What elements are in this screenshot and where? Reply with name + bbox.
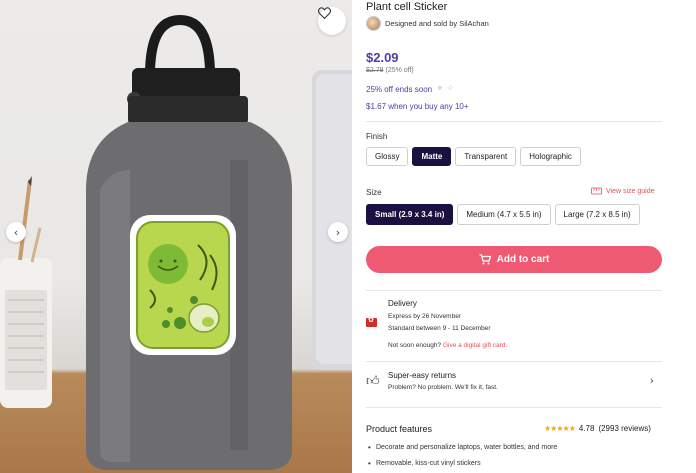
add-to-cart-button[interactable]: Add to cart xyxy=(366,246,662,273)
divider xyxy=(366,290,662,291)
star-rating-icon: ★★★★★ xyxy=(544,424,576,433)
gift-card-link[interactable]: Give a digital gift card. xyxy=(443,342,507,349)
hong-kong-flag-icon xyxy=(366,316,377,327)
chevron-right-icon: › xyxy=(335,225,341,239)
product-image-gallery: ‹ › xyxy=(0,0,352,473)
size-option-medium[interactable]: Medium (4.7 x 5.5 in) xyxy=(457,204,551,225)
product-title: Plant cell Sticker xyxy=(366,1,448,13)
current-price: $2.09 xyxy=(366,50,399,65)
next-image-button[interactable]: › xyxy=(328,222,348,242)
add-to-cart-label[interactable]: Add to cart xyxy=(497,254,550,265)
features-list: Decorate and personalize laptops, water … xyxy=(366,443,557,473)
divider xyxy=(366,361,662,362)
previous-image-button[interactable]: ‹ xyxy=(6,222,26,242)
returns-row[interactable]: 👍︎ Super-easy returns Problem? No proble… xyxy=(366,368,662,398)
list-item: Decorate and personalize laptops, water … xyxy=(366,443,557,452)
rating-summary[interactable]: ★★★★★ 4.78 (2993 reviews) xyxy=(544,424,651,433)
delivery-gift-line: Not soon enough? Give a digital gift car… xyxy=(388,342,507,349)
heart-icon xyxy=(318,7,331,19)
finish-options: Glossy Matte Transparent Holographic xyxy=(366,147,581,166)
returns-title[interactable]: Super-easy returns xyxy=(388,371,456,380)
features-title: Product features xyxy=(366,424,433,434)
finish-option-glossy[interactable]: Glossy xyxy=(366,147,409,166)
finish-option-holographic[interactable]: Holographic xyxy=(520,147,581,166)
size-option-large[interactable]: Large (7.2 x 8.5 in) xyxy=(554,204,640,225)
delivery-express: Express by 26 November xyxy=(388,313,461,320)
old-price: $2.78 xyxy=(366,67,384,74)
returns-subtitle: Problem? No problem. We'll fix it, fast. xyxy=(388,384,498,391)
chevron-left-icon: ‹ xyxy=(13,225,19,239)
designer-text[interactable]: Designed and sold by SilAchan xyxy=(385,19,489,28)
sparkle-icon: ✦ ✧ xyxy=(436,84,455,94)
designer-avatar[interactable] xyxy=(366,16,381,31)
sale-banner: 25% off ends soon ✦ ✧ xyxy=(366,84,454,94)
size-option-small[interactable]: Small (2.9 x 3.4 in) xyxy=(366,204,454,225)
delivery-title: Delivery xyxy=(388,299,417,308)
size-guide-label[interactable]: View size guide xyxy=(606,188,655,195)
old-price-line: $2.78 (25% off) xyxy=(366,67,414,74)
not-soon-text: Not soon enough? xyxy=(388,342,442,349)
chevron-right-icon[interactable]: › xyxy=(650,374,654,387)
finish-option-transparent[interactable]: Transparent xyxy=(455,147,517,166)
favorite-button[interactable] xyxy=(318,7,346,35)
thumbs-up-icon: 👍︎ xyxy=(366,374,380,389)
designer-line[interactable]: Designed and sold by SilAchan xyxy=(366,16,489,31)
sale-text: 25% off ends soon xyxy=(366,84,433,94)
cart-icon xyxy=(479,254,491,265)
ruler-icon xyxy=(591,187,602,195)
finish-option-matte[interactable]: Matte xyxy=(412,147,452,166)
finish-label: Finish xyxy=(366,132,388,141)
divider xyxy=(366,121,662,122)
discount-percent: (25% off) xyxy=(385,67,414,74)
divider xyxy=(366,407,662,408)
rating-count[interactable]: (2993 reviews) xyxy=(598,424,650,433)
product-photo xyxy=(0,14,352,470)
list-item: Removable, kiss-cut vinyl stickers xyxy=(366,459,557,468)
size-options: Small (2.9 x 3.4 in) Medium (4.7 x 5.5 i… xyxy=(366,204,640,225)
rating-value: 4.78 xyxy=(578,424,595,433)
delivery-standard: Standard between 9 - 11 December xyxy=(388,325,491,332)
bulk-discount-text: $1.67 when you buy any 10+ xyxy=(366,102,469,111)
size-label: Size xyxy=(366,188,382,197)
size-guide-link[interactable]: View size guide xyxy=(591,187,655,195)
